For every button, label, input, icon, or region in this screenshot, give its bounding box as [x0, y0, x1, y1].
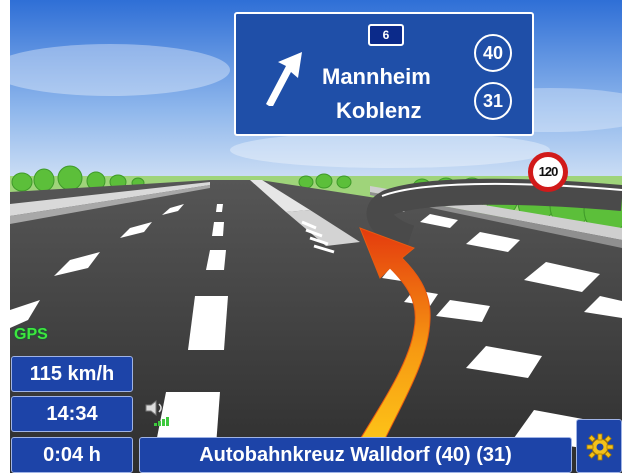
exit-number-circle: 31: [474, 82, 512, 120]
destination-label: Koblenz: [336, 98, 422, 123]
remaining-time-display[interactable]: 0:04 h: [11, 437, 133, 473]
route-number-badge: 6: [368, 24, 404, 46]
volume-icon[interactable]: [144, 399, 172, 427]
navigation-screen: 6 Mannheim Koblenz 40 31 120 GPS 115 km/…: [10, 0, 622, 473]
gear-icon: [586, 433, 614, 461]
gps-status-label: GPS: [14, 326, 48, 343]
current-street-bar[interactable]: Autobahnkreuz Walldorf (40) (31): [139, 437, 572, 473]
clock-display[interactable]: 14:34: [11, 396, 133, 432]
speed-display[interactable]: 115 km/h: [11, 356, 133, 392]
exit-number-circle: 40: [474, 34, 512, 72]
speed-limit-sign: 120: [528, 152, 568, 192]
motorway-direction-sign: 6 Mannheim Koblenz 40 31: [234, 12, 534, 136]
destination-label: Mannheim: [322, 64, 431, 89]
arrow-up-right-icon: [266, 52, 302, 106]
settings-button[interactable]: [576, 419, 622, 473]
signal-strength-icon: [154, 417, 169, 426]
